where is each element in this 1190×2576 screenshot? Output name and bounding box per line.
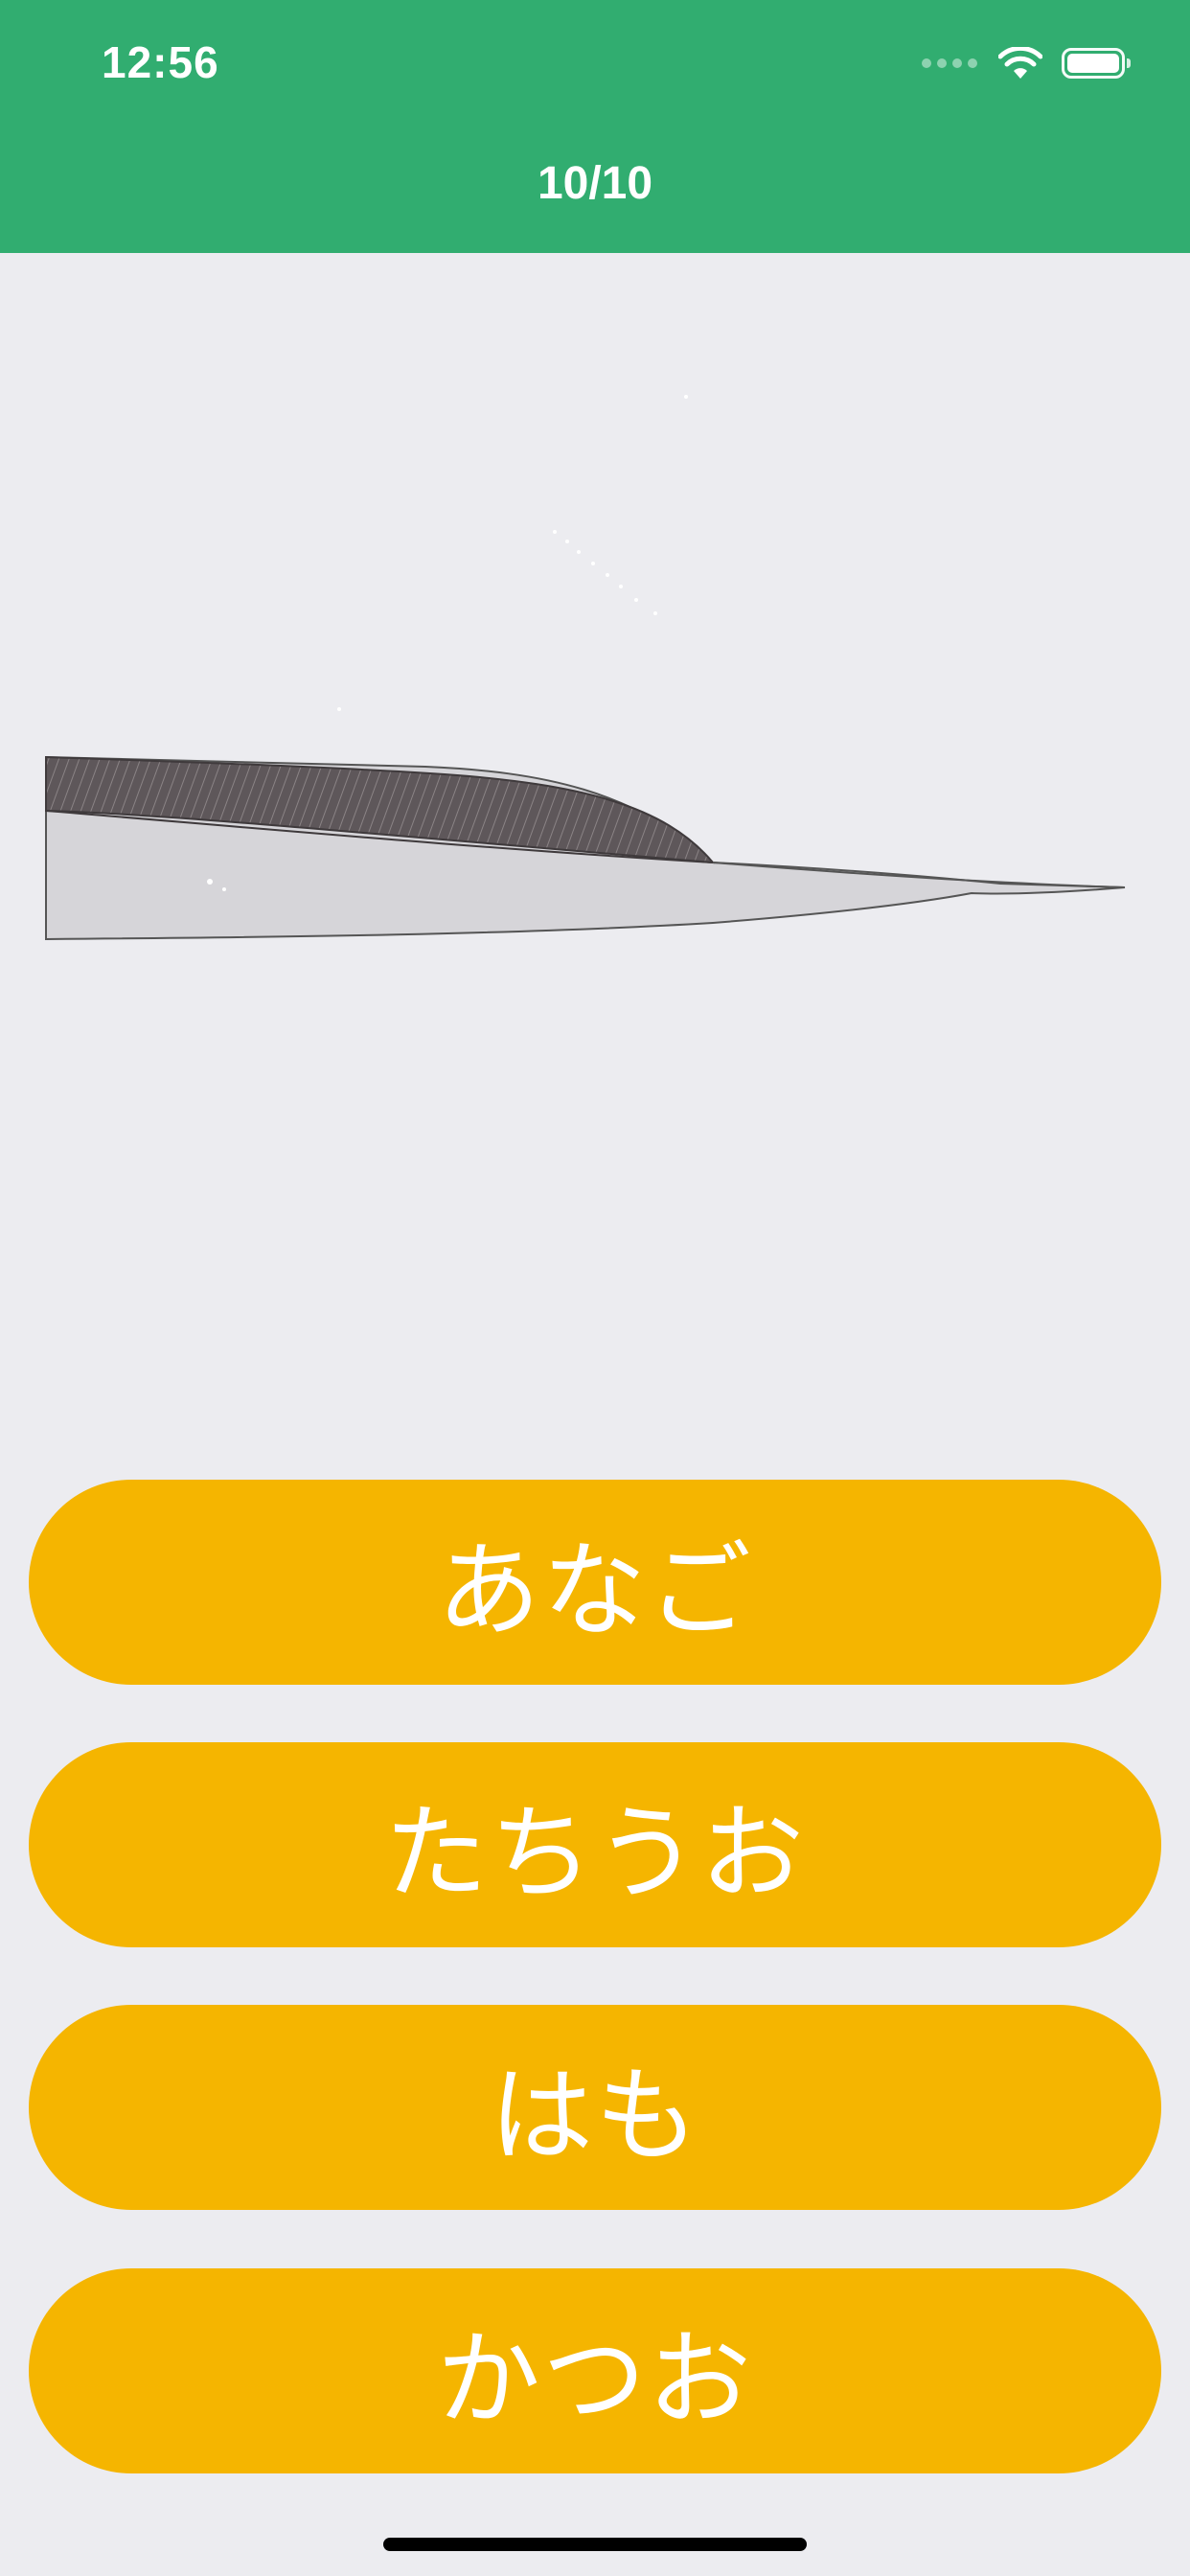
status-icons: [922, 44, 1131, 82]
home-indicator[interactable]: [383, 2538, 807, 2551]
signal-icon: [922, 58, 977, 68]
wifi-icon: [998, 47, 1042, 79]
question-progress: 10/10: [537, 158, 653, 209]
answer-button-1[interactable]: あなご: [29, 1480, 1161, 1685]
status-time: 12:56: [102, 37, 219, 87]
answer-button-4[interactable]: かつお: [29, 2268, 1161, 2473]
answer-button-2[interactable]: たちうお: [29, 1742, 1161, 1947]
battery-icon: [1062, 48, 1131, 79]
answer-button-3[interactable]: はも: [29, 2005, 1161, 2210]
fish-image: [45, 395, 1126, 941]
header-bar: 12:56 10/10: [0, 0, 1190, 253]
